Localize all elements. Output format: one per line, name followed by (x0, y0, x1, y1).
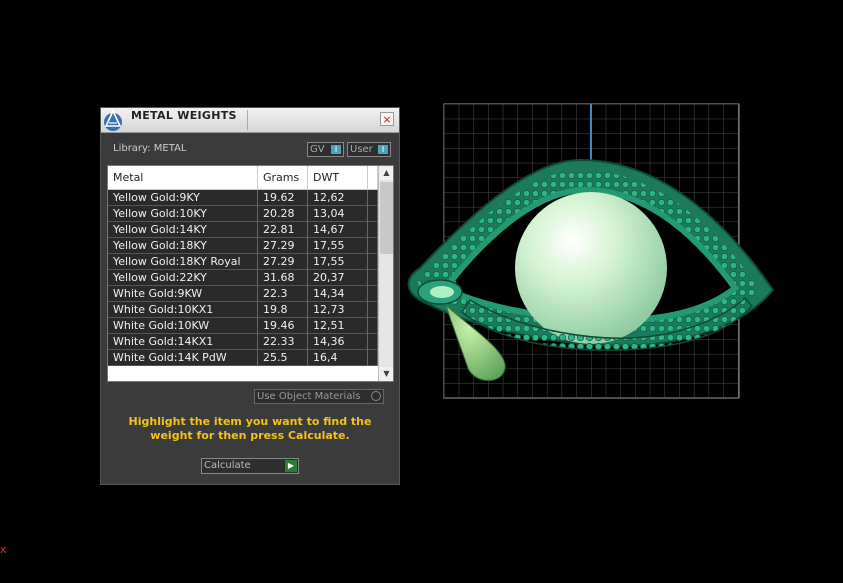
table-row[interactable]: White Gold:9KW 22.3 14,34 (108, 286, 378, 302)
cell-dwt: 14,34 (308, 286, 368, 302)
title-divider (247, 110, 248, 130)
calculate-label: Calculate (204, 460, 251, 471)
library-label: Library: METAL (113, 143, 187, 154)
cell-metal: White Gold:14K PdW (108, 350, 258, 366)
scroll-up-icon[interactable]: ▲ (379, 166, 393, 180)
cell-dwt: 14,36 (308, 334, 368, 350)
table-header: Metal Grams DWT (108, 166, 378, 190)
metal-table[interactable]: Metal Grams DWT Yellow Gold:9KY 19.62 12,6… (107, 165, 394, 382)
cell-dwt: 16,4 (308, 350, 368, 366)
table-row[interactable]: White Gold:10KX1 19.8 12,73 (108, 302, 378, 318)
scroll-thumb[interactable] (380, 182, 393, 254)
cell-grams: 22.3 (258, 286, 308, 302)
table-row[interactable]: White Gold:14K PdW 25.5 16,4 (108, 350, 378, 366)
instruction-text: Highlight the item you want to find the … (128, 415, 372, 442)
cell-metal: White Gold:10KX1 (108, 302, 258, 318)
cell-spacer (368, 206, 378, 222)
column-header-dwt[interactable]: DWT (308, 166, 368, 189)
cell-spacer (368, 334, 378, 350)
cell-metal: Yellow Gold:18KY (108, 238, 258, 254)
cell-spacer (368, 318, 378, 334)
gv-toggle-knob-icon: I (331, 145, 341, 154)
cell-spacer (368, 350, 378, 366)
user-toggle[interactable]: User I (347, 142, 391, 157)
cell-spacer (368, 222, 378, 238)
cell-grams: 27.29 (258, 254, 308, 270)
cell-grams: 19.8 (258, 302, 308, 318)
cell-spacer (368, 286, 378, 302)
cell-grams: 31.68 (258, 270, 308, 286)
cell-metal: Yellow Gold:14KY (108, 222, 258, 238)
cell-metal: Yellow Gold:22KY (108, 270, 258, 286)
ring-tip-gem (430, 286, 454, 298)
table-row[interactable]: White Gold:14KX1 22.33 14,36 (108, 334, 378, 350)
panel-title: METAL WEIGHTS (131, 109, 237, 122)
use-object-materials-label: Use Object Materials (257, 391, 361, 402)
gv-toggle[interactable]: GV I (307, 142, 344, 157)
table-row[interactable]: Yellow Gold:22KY 31.68 20,37 (108, 270, 378, 286)
cell-dwt: 12,62 (308, 190, 368, 206)
table-row[interactable]: Yellow Gold:14KY 22.81 14,67 (108, 222, 378, 238)
table-scrollbar[interactable]: ▲ ▼ (378, 166, 393, 381)
cell-metal: Yellow Gold:9KY (108, 190, 258, 206)
calculate-button[interactable]: Calculate ▶ (201, 458, 299, 474)
cell-spacer (368, 270, 378, 286)
play-icon: ▶ (285, 460, 297, 472)
cell-grams: 25.5 (258, 350, 308, 366)
axis-marker: x (0, 543, 7, 556)
table-row[interactable]: White Gold:10KW 19.46 12,51 (108, 318, 378, 334)
cell-metal: Yellow Gold:10KY (108, 206, 258, 222)
cell-spacer (368, 190, 378, 206)
cell-dwt: 12,51 (308, 318, 368, 334)
table-row[interactable]: Yellow Gold:18KY 27.29 17,55 (108, 238, 378, 254)
cell-grams: 27.29 (258, 238, 308, 254)
scroll-down-icon[interactable]: ▼ (379, 367, 393, 381)
cell-spacer (368, 238, 378, 254)
cell-dwt: 14,67 (308, 222, 368, 238)
cell-grams: 22.33 (258, 334, 308, 350)
table-body: Yellow Gold:9KY 19.62 12,62 Yellow Gold:10… (108, 190, 378, 366)
user-toggle-knob-icon: I (378, 145, 388, 154)
gv-toggle-label: GV (310, 144, 325, 155)
user-toggle-label: User (350, 144, 373, 155)
pearl (515, 192, 667, 344)
cell-dwt: 17,55 (308, 254, 368, 270)
column-header-grams[interactable]: Grams (258, 166, 308, 189)
cell-spacer (368, 302, 378, 318)
table-row[interactable]: Yellow Gold:18KY Royal 27.29 17,55 (108, 254, 378, 270)
column-header-metal[interactable]: Metal (108, 166, 258, 189)
panel-titlebar[interactable]: METAL WEIGHTS × (101, 108, 399, 133)
cell-dwt: 13,04 (308, 206, 368, 222)
cell-grams: 22.81 (258, 222, 308, 238)
column-header-spacer (368, 166, 378, 189)
radio-icon[interactable] (371, 391, 381, 401)
use-object-materials-option[interactable]: Use Object Materials (254, 389, 384, 404)
cell-dwt: 20,37 (308, 270, 368, 286)
cell-metal: Yellow Gold:18KY Royal (108, 254, 258, 270)
cell-grams: 19.62 (258, 190, 308, 206)
cell-dwt: 17,55 (308, 238, 368, 254)
table-row[interactable]: Yellow Gold:9KY 19.62 12,62 (108, 190, 378, 206)
app-logo-icon (104, 109, 122, 131)
cell-grams: 19.46 (258, 318, 308, 334)
cell-metal: White Gold:14KX1 (108, 334, 258, 350)
cell-grams: 20.28 (258, 206, 308, 222)
table-row[interactable]: Yellow Gold:10KY 20.28 13,04 (108, 206, 378, 222)
close-button[interactable]: × (380, 112, 394, 126)
cell-metal: White Gold:10KW (108, 318, 258, 334)
cell-spacer (368, 254, 378, 270)
metal-weights-panel: METAL WEIGHTS × Library: METAL GV I User… (100, 107, 400, 485)
cell-dwt: 12,73 (308, 302, 368, 318)
cell-metal: White Gold:9KW (108, 286, 258, 302)
